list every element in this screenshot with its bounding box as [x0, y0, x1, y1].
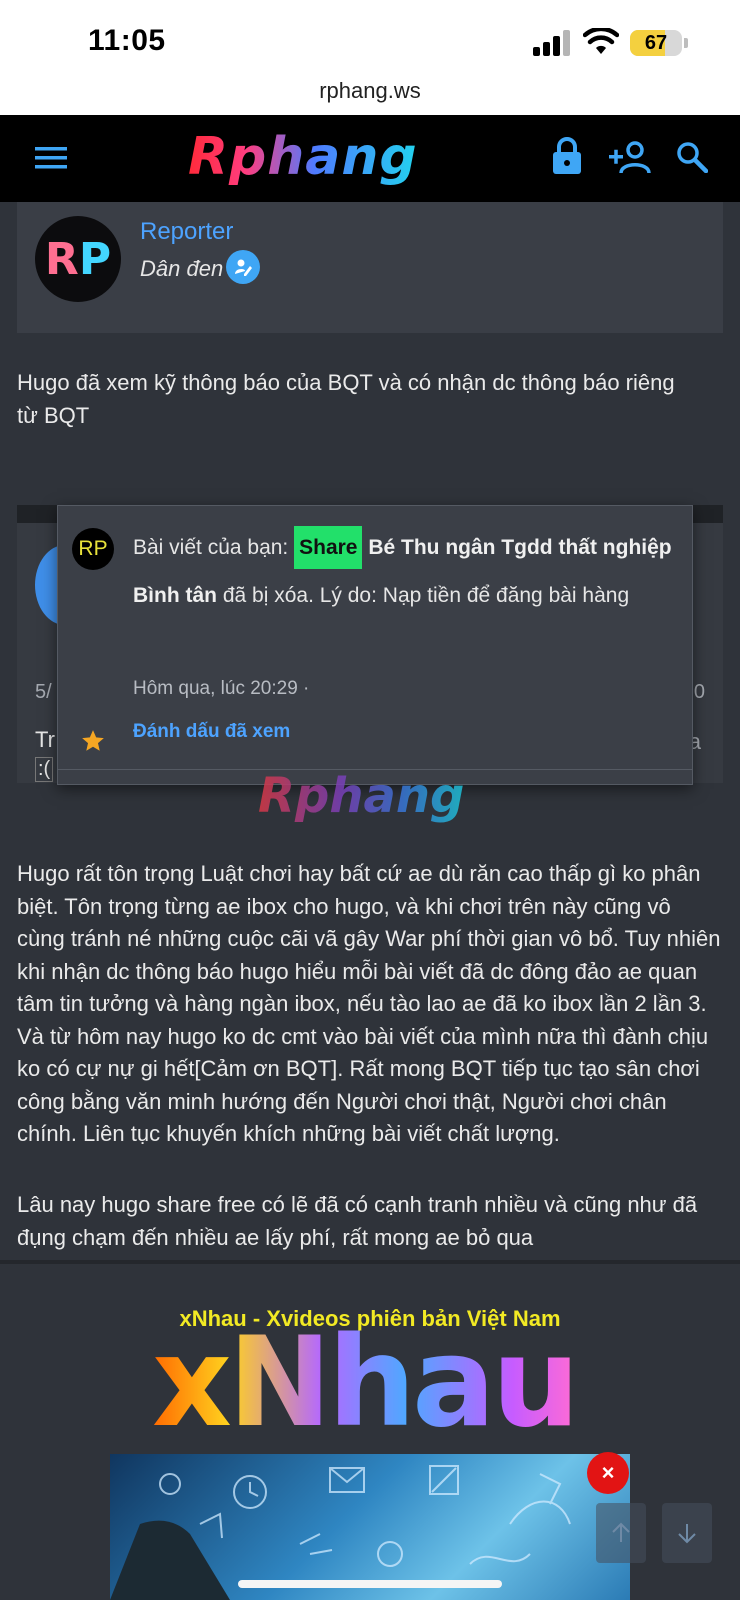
lock-icon[interactable] — [550, 135, 584, 177]
notification-time: Hôm qua, lúc 20:29 · — [133, 678, 310, 699]
notification-message[interactable]: Bài viết của bạn: Share Bé Thu ngân Tgdd… — [133, 524, 673, 620]
mark-read-link[interactable]: Đánh dấu đã xem — [133, 721, 290, 743]
embed-text-secondary: :( — [35, 757, 54, 782]
embed-date: 5/ — [35, 681, 52, 703]
site-header: Rphang — [0, 115, 740, 202]
share-prefix-tag: Share — [294, 526, 363, 569]
arrow-down-icon — [678, 1524, 696, 1544]
wifi-icon — [583, 28, 619, 54]
search-icon[interactable] — [674, 139, 710, 175]
notification-popup[interactable]: RP Bài viết của bạn: Share Bé Thu ngân T… — [57, 505, 693, 785]
close-ad-button[interactable]: × — [587, 1452, 629, 1494]
post-paragraph: Hugo rất tôn trọng Luật chơi hay bất cứ … — [17, 861, 721, 1146]
notification-avatar: RP — [72, 528, 114, 570]
author-card: RP Reporter Dân đen — [17, 202, 723, 333]
star-icon — [80, 728, 106, 759]
clock: 11:05 — [88, 24, 166, 57]
ad-banner[interactable] — [110, 1454, 630, 1600]
menu-icon[interactable] — [34, 141, 68, 175]
embed-text: Tr — [35, 727, 55, 752]
cellular-signal-icon — [533, 30, 571, 56]
status-bar: 11:05 67 rphang.ws — [0, 0, 740, 115]
author-name[interactable]: Reporter — [140, 218, 233, 246]
home-indicator[interactable] — [238, 1580, 502, 1588]
battery-level: 67 — [644, 32, 668, 54]
battery-tip — [684, 38, 688, 48]
site-logo[interactable]: Rphang — [188, 127, 418, 187]
embed-counter: 0 — [693, 681, 705, 703]
add-user-icon[interactable] — [608, 137, 652, 177]
author-user-title: Dân đen — [140, 256, 224, 281]
arrow-up-icon — [612, 1522, 630, 1542]
scroll-down-button[interactable] — [662, 1503, 712, 1563]
promo-logo[interactable]: xNhau — [152, 1318, 580, 1448]
author-avatar[interactable]: RP — [35, 216, 121, 302]
watermark-logo: Rphang — [258, 768, 465, 824]
battery-icon: 67 — [630, 30, 682, 56]
post-paragraph: Lâu nay hugo share free có lẽ đã có cạnh… — [17, 1192, 698, 1250]
section-divider — [0, 1260, 740, 1264]
ad-doodles — [110, 1465, 571, 1600]
post-paragraph: Hugo đã xem kỹ thông báo của BQT và có n… — [17, 370, 675, 428]
address-bar-url[interactable]: rphang.ws — [0, 78, 740, 104]
edit-badge-icon — [226, 250, 260, 284]
scroll-up-button[interactable] — [596, 1503, 646, 1563]
